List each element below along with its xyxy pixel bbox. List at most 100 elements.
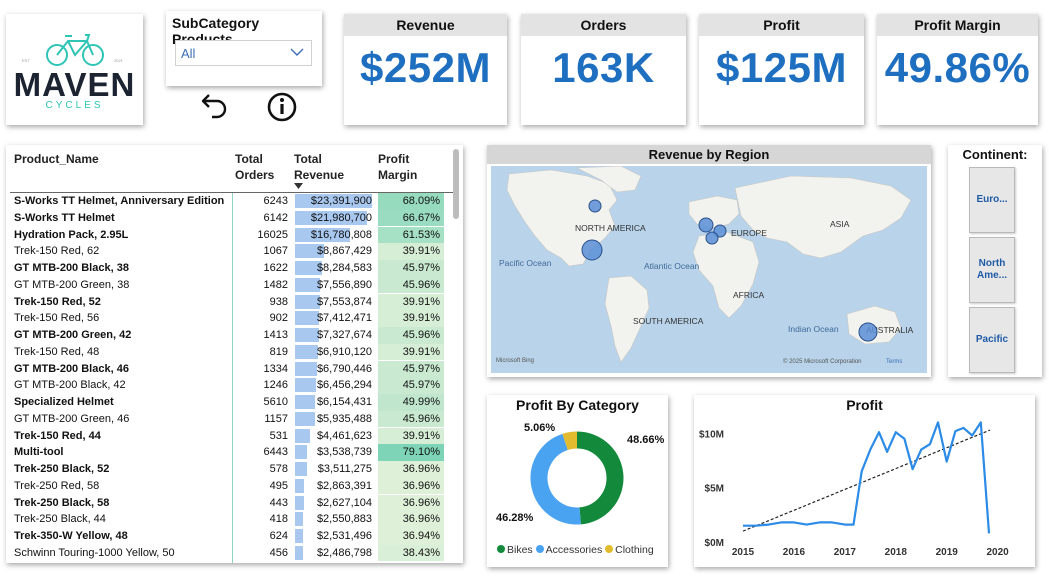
continent-north-america-button[interactable]: North Ame...	[969, 237, 1015, 303]
legend-dot	[605, 545, 614, 553]
logo-est-right: 2021	[114, 58, 123, 63]
table-scrollbar[interactable]	[453, 149, 459, 219]
cell-product-name: Trek-150 Red, 62	[14, 245, 100, 258]
cell-total-revenue: $5,935,488	[316, 412, 372, 425]
cell-total-orders: 578	[269, 463, 288, 475]
info-icon[interactable]	[265, 90, 299, 124]
cell-total-revenue: $7,556,890	[316, 278, 372, 291]
kpi-title: Profit	[699, 14, 864, 36]
cell-total-revenue: $7,412,471	[316, 312, 372, 325]
cell-total-revenue: $6,154,431	[316, 396, 372, 408]
back-arrow-icon[interactable]	[197, 88, 231, 122]
cell-total-revenue: $2,486,798	[316, 546, 372, 559]
profit-series-line[interactable]	[743, 421, 991, 534]
bubble-australia	[858, 322, 878, 342]
donut-segment-bikes[interactable]	[576, 431, 624, 525]
donut-label-bikes: 48.66%	[627, 434, 665, 446]
table-row[interactable]: Trek-150 Red, 56 902 $7,412,471 39.91%	[6, 310, 452, 327]
map-canvas[interactable]: NORTH AMERICA SOUTH AMERICA EUROPE ASIA …	[491, 166, 927, 373]
sort-descending-icon[interactable]	[294, 183, 303, 189]
kpi-title: Orders	[521, 14, 686, 36]
table-row[interactable]: Trek-250 Black, 58 443 $2,627,104 36.96%	[6, 494, 452, 512]
cell-total-orders: 819	[269, 345, 288, 358]
table-row[interactable]: Trek-250 Red, 58 495 $2,863,391 36.96%	[6, 477, 452, 495]
map-title: Revenue by Region	[487, 145, 931, 164]
cell-profit-margin: 36.96%	[402, 479, 440, 492]
donut-ring[interactable]	[527, 423, 627, 533]
continent-pacific-button[interactable]: Pacific	[969, 307, 1015, 373]
table-row[interactable]: Trek-350-W Yellow, 48 624 $2,531,496 36.94%	[6, 528, 452, 545]
cell-product-name: Trek-250 Black, 52	[14, 463, 110, 475]
bubble-united-kingdom	[698, 217, 714, 233]
cell-profit-margin: 39.91%	[402, 312, 440, 325]
col-header-orders[interactable]: Total Orders	[235, 151, 274, 183]
table-row[interactable]: Trek-150 Red, 62 1067 $8,867,429 39.91%	[6, 243, 452, 260]
col-header-product[interactable]: Product_Name	[14, 151, 99, 167]
legend-item-bikes[interactable]: Bikes	[497, 544, 533, 556]
table-row[interactable]: Trek-150 Red, 48 819 $6,910,120 39.91%	[6, 343, 452, 361]
logo-subtitle: CYCLES	[45, 100, 104, 111]
table-row[interactable]: GT MTB-200 Green, 46 1157 $5,935,488 45.96%	[6, 410, 452, 428]
col-header-revenue[interactable]: Total Revenue	[294, 151, 344, 183]
subcategory-dropdown[interactable]: All	[175, 40, 312, 66]
y-tick-label: $0M	[705, 538, 724, 549]
kpi-value: 163K	[552, 44, 655, 91]
table-row[interactable]: GT MTB-200 Green, 42 1413 $7,327,674 45.96%	[6, 327, 452, 344]
table-row[interactable]: GT MTB-200 Black, 42 1246 $6,456,294 45.97%	[6, 377, 452, 394]
col-header-margin[interactable]: Profit Margin	[378, 151, 417, 183]
map-terms-link[interactable]: Terms	[886, 359, 902, 365]
cell-total-orders: 6142	[263, 211, 288, 224]
table-row[interactable]: Specialized Helmet 5610 $6,154,431 49.99%	[6, 394, 452, 411]
table-row[interactable]: Schwinn Touring-1000 Yellow, 50 456 $2,486…	[6, 544, 452, 562]
table-row[interactable]: S-Works TT Helmet 6142 $21,980,700 66.67%	[6, 209, 452, 227]
legend-item-clothing[interactable]: Clothing	[605, 544, 654, 556]
table-row[interactable]: Trek-250 Black, 52 578 $3,511,275 36.96%	[6, 461, 452, 478]
cell-total-orders: 418	[269, 513, 288, 526]
table-row[interactable]: Hydration Pack, 2.95L 16025 $16,780,808 61.…	[6, 226, 452, 244]
cell-product-name: Trek-250 Red, 58	[14, 479, 100, 492]
x-tick-label: 2015	[732, 547, 755, 558]
cell-total-revenue: $6,456,294	[316, 379, 372, 392]
cell-profit-margin: 79.10%	[402, 446, 440, 459]
table-row[interactable]: Trek-150 Red, 52 938 $7,553,874 39.91%	[6, 293, 452, 311]
maven-cycles-logo: EST 2021 MAVEN CYCLES	[6, 14, 143, 125]
donut-label-clothing: 5.06%	[524, 422, 556, 434]
table-row[interactable]: S-Works TT Helmet, Anniversary Edition 62…	[6, 193, 452, 210]
cell-total-orders: 1246	[263, 379, 288, 392]
donut-segment-accessories[interactable]	[530, 433, 581, 525]
donut-label-accessories: 46.28%	[496, 512, 534, 524]
line-chart-plot[interactable]: $0M $5M $10M 2015 2016 2017 2018 2019 2020	[694, 395, 1035, 567]
cell-profit-margin: 45.97%	[402, 262, 440, 274]
region-bubbles	[581, 199, 878, 342]
table-row[interactable]: Multi-tool 6443 $3,538,739 79.10%	[6, 444, 452, 461]
cell-product-name: Multi-tool	[14, 446, 64, 459]
table-row[interactable]: GT MTB-200 Black, 38 1622 $8,284,583 45.97%	[6, 260, 452, 277]
cell-total-revenue: $6,910,120	[316, 345, 372, 358]
cell-total-revenue: $2,863,391	[316, 479, 372, 492]
cell-product-name: Trek-250 Black, 58	[14, 496, 110, 509]
cell-total-orders: 6243	[263, 195, 288, 207]
cell-total-orders: 902	[269, 312, 288, 325]
cell-total-orders: 624	[269, 530, 288, 542]
cell-profit-margin: 36.96%	[402, 513, 440, 526]
y-tick-label: $10M	[699, 429, 724, 440]
cell-profit-margin: 45.96%	[402, 329, 440, 341]
product-table: Product_Name Total Orders Total Revenue …	[6, 145, 463, 563]
table-row[interactable]: GT MTB-200 Green, 38 1482 $7,556,890 45.96%	[6, 276, 452, 294]
legend-label: Bikes	[507, 544, 533, 556]
cell-profit-margin: 49.99%	[402, 396, 440, 408]
cell-total-orders: 5610	[263, 396, 288, 408]
table-row[interactable]: Trek-250 Black, 44 418 $2,550,883 36.96%	[6, 511, 452, 528]
continent-europe-button[interactable]: Euro...	[969, 167, 1015, 233]
table-row[interactable]: Trek-150 Red, 44 531 $4,461,623 39.91%	[6, 427, 452, 445]
cell-profit-margin: 39.91%	[402, 429, 440, 442]
cell-product-name: GT MTB-200 Black, 38	[14, 262, 129, 274]
cell-total-orders: 495	[269, 479, 288, 492]
cell-product-name: Specialized Helmet	[14, 396, 114, 408]
table-row[interactable]: GT MTB-200 Black, 46 1334 $6,790,446 45.97%	[6, 360, 452, 378]
legend-item-accessories[interactable]: Accessories	[535, 544, 602, 556]
cell-total-revenue: $2,550,883	[316, 513, 372, 526]
bubble-france	[705, 231, 719, 245]
cell-profit-margin: 68.09%	[402, 195, 440, 207]
donut-segment-clothing[interactable]	[562, 431, 578, 451]
